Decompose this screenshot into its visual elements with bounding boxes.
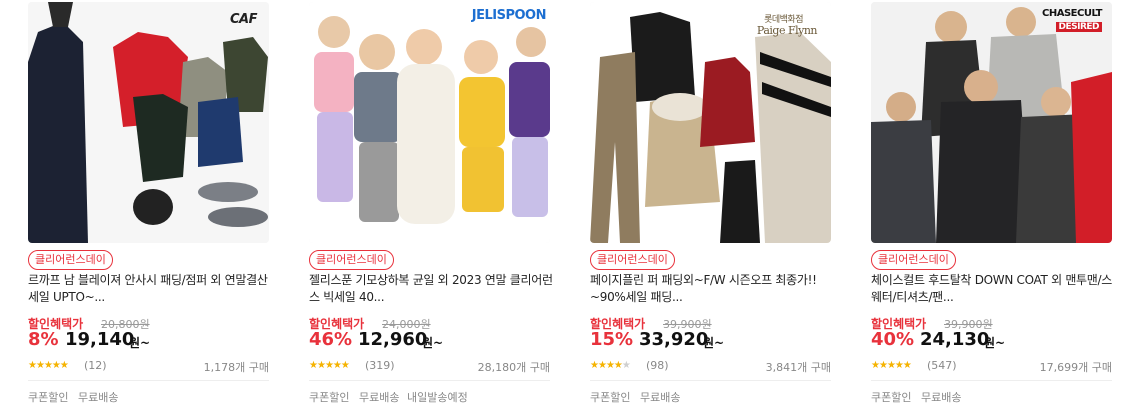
service-ship-tomorrow: 내일발송예정 [407,391,468,404]
product-title[interactable]: 젤리스푼 기모상하복 균일 외 2023 연말 클리어런스 빅세일 40... [309,272,553,306]
brand-logo: JELISPOON [471,8,547,23]
divider [590,380,831,381]
service-coupon: 쿠폰할인 [590,391,631,404]
star-icon: ★ [886,360,896,371]
discount-rate: 15% [590,329,634,350]
rating-stars: ★★★★★ [309,360,350,371]
service-free-shipping: 무료배송 [921,391,962,404]
sale-price: 33,920 [639,329,709,350]
review-count: (547) [927,359,957,372]
currency-unit: 원~ [129,336,151,350]
purchase-count: 28,180개 구매 [477,361,550,374]
promo-tag: 클리어런스데이 [871,250,956,270]
product-card[interactable]: CAF 클리어런스데이 르까프 남 블레이져 안사시 패딩/점퍼 외 연말결산 … [28,0,272,415]
star-icon: ★ [309,360,318,371]
review-count: (12) [84,359,107,372]
star-icon: ★ [590,360,599,371]
service-free-shipping: 무료배송 [640,391,681,404]
star-icon: ★ [621,360,631,371]
product-image[interactable]: CHASECULT DESIRED [871,2,1112,243]
product-image[interactable]: 롯데백화점 Paige Flynn [590,2,831,243]
brand-logo: Paige Flynn [756,24,818,37]
star-icon: ★ [878,360,888,371]
rating-stars: ★★★★★ [590,360,631,371]
product-photo-kids [309,2,550,243]
rating-stars: ★★★★★ [871,360,912,371]
purchase-count: 3,841개 구매 [765,361,831,374]
star-icons: ★★★★★ [309,360,350,371]
promo-tag: 클리어런스데이 [309,250,394,270]
service-coupon: 쿠폰할인 [309,391,350,404]
divider [309,380,550,381]
discount-rate: 46% [309,329,353,350]
product-card[interactable]: 롯데백화점 Paige Flynn 클리어런스데이 페이지플린 퍼 패딩외~F/… [590,0,834,415]
sale-price: 12,960 [358,329,428,350]
product-photo-casual [871,2,1112,243]
discount-rate: 40% [871,329,915,350]
product-title[interactable]: 체이스컬트 후드탈착 DOWN COAT 외 맨투맨/스웨터/티셔츠/팬... [871,272,1115,306]
product-photo-womens [590,2,831,243]
product-title[interactable]: 페이지플린 퍼 패딩외~F/W 시즌오프 최종가!! ~90%세일 패딩... [590,272,834,306]
star-icon: ★ [316,360,326,371]
divider [871,380,1112,381]
sale-price: 19,140 [65,329,135,350]
purchase-count: 17,699개 구매 [1039,361,1112,374]
brand-logo: CAF [230,12,257,27]
product-grid: CAF 클리어런스데이 르까프 남 블레이져 안사시 패딩/점퍼 외 연말결산 … [0,0,1126,415]
star-icon: ★ [894,360,904,371]
star-icon: ★ [597,360,607,371]
star-icon: ★ [340,360,350,371]
review-count: (98) [646,359,669,372]
star-icons: ★★★★★ [590,360,631,371]
star-icon: ★ [28,360,37,371]
divider [28,380,269,381]
service-free-shipping: 무료배송 [78,391,119,404]
product-card[interactable]: JELISPOON 클리어런스데이 젤리스푼 기모상하복 균일 외 2023 연… [309,0,553,415]
star-icon: ★ [43,360,53,371]
product-image[interactable]: JELISPOON [309,2,550,243]
brand-logo: CHASECULT [1042,8,1102,19]
star-icons: ★★★★★ [28,360,69,371]
currency-unit: 원~ [703,336,725,350]
discount-rate: 8% [28,329,59,350]
currency-unit: 원~ [422,336,444,350]
star-icons: ★★★★★ [871,360,912,371]
product-photo-outerwear [28,2,269,243]
star-icon: ★ [902,360,912,371]
purchase-count: 1,178개 구매 [203,361,269,374]
star-icon: ★ [613,360,623,371]
star-icon: ★ [332,360,342,371]
star-icon: ★ [871,360,880,371]
product-card[interactable]: CHASECULT DESIRED 클리어런스데이 체이스컬트 후드탈착 DOW… [871,0,1115,415]
promo-tag: 클리어런스데이 [590,250,675,270]
star-icon: ★ [59,360,69,371]
star-icon: ★ [605,360,615,371]
star-icon: ★ [324,360,334,371]
service-free-shipping: 무료배송 [359,391,400,404]
rating-stars: ★★★★★ [28,360,69,371]
brand-sub-logo: DESIRED [1055,22,1102,32]
sale-price: 24,130 [920,329,990,350]
promo-tag: 클리어런스데이 [28,250,113,270]
currency-unit: 원~ [984,336,1006,350]
service-coupon: 쿠폰할인 [28,391,69,404]
product-image[interactable]: CAF [28,2,269,243]
service-coupon: 쿠폰할인 [871,391,912,404]
product-title[interactable]: 르까프 남 블레이져 안사시 패딩/점퍼 외 연말결산 세일 UPTO~... [28,272,272,306]
review-count: (319) [365,359,395,372]
star-icon: ★ [35,360,45,371]
star-icon: ★ [51,360,61,371]
